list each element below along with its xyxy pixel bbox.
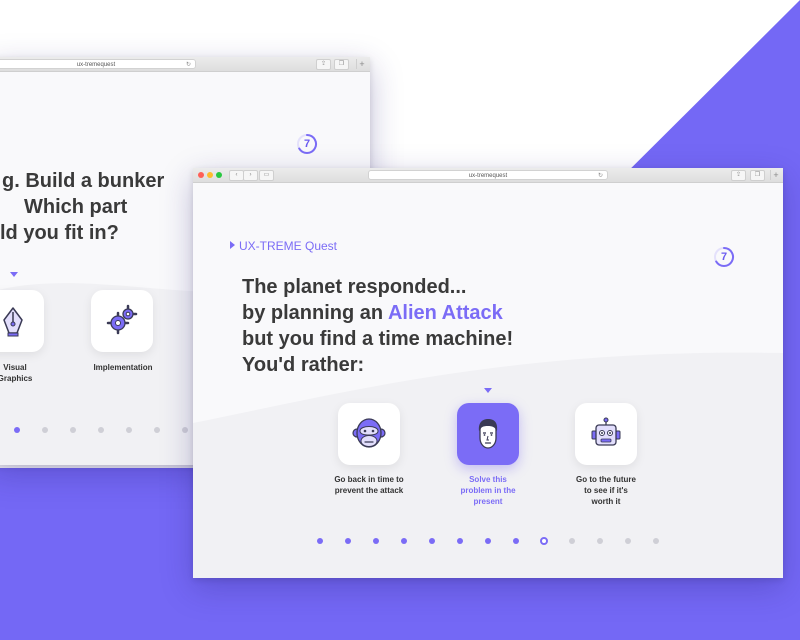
- progress-dot[interactable]: [154, 427, 160, 433]
- progress-dot-completed[interactable]: [429, 538, 435, 544]
- option-label-go-to-future: Go to the future to see if it's worth it: [576, 475, 636, 506]
- sidebar-icon[interactable]: ▭: [259, 170, 274, 181]
- progress-dot[interactable]: [98, 427, 104, 433]
- option-label-go-back-in-time: Go back in time to prevent the attack: [334, 475, 404, 495]
- progress-dot-completed[interactable]: [401, 538, 407, 544]
- url-text: ux-tremequest: [76, 62, 116, 68]
- question-heading: g. Build a bunker Which part ld you fit …: [0, 168, 164, 246]
- tabs-icon[interactable]: ❐: [334, 59, 349, 70]
- heading-line-2-prefix: by planning an: [242, 302, 388, 324]
- forward-nav-icon[interactable]: ›: [243, 170, 258, 181]
- front-browser-window: ‹ › ▭ ux-tremequest ↻ ⇪ ❐ + UX-TREME Que…: [193, 168, 783, 578]
- progress-dot-completed[interactable]: [373, 538, 379, 544]
- progress-dot[interactable]: [182, 427, 188, 433]
- monkey-icon: [352, 418, 386, 448]
- address-bar[interactable]: ux-tremequest ↻: [0, 59, 196, 69]
- heading-highlight: Alien Attack: [387, 302, 503, 324]
- new-tab-icon[interactable]: +: [356, 59, 367, 69]
- maximize-window-button[interactable]: [216, 172, 222, 178]
- option-label-implementation: Implementation: [93, 363, 153, 372]
- new-tab-icon[interactable]: +: [770, 170, 781, 180]
- progress-dot-completed[interactable]: [345, 538, 351, 544]
- share-icon[interactable]: ⇪: [316, 59, 331, 70]
- progress-dot[interactable]: [597, 538, 603, 544]
- pen-nib-icon: [3, 307, 23, 337]
- tabs-icon[interactable]: ❐: [750, 170, 765, 181]
- minimize-window-button[interactable]: [207, 172, 213, 178]
- selection-caret: [484, 388, 492, 393]
- heading-line-4: You'd rather:: [242, 354, 365, 376]
- level-number: 7: [303, 138, 311, 150]
- heading-line-1: g. Build a bunker: [2, 170, 165, 192]
- option-card-go-to-future[interactable]: [575, 403, 637, 465]
- human-face-icon: [478, 419, 498, 449]
- option-card-solve-in-present[interactable]: [457, 403, 519, 465]
- url-text: ux-tremequest: [468, 173, 508, 179]
- heading-line-2: Which part: [24, 196, 128, 218]
- progress-dot[interactable]: [625, 538, 631, 544]
- progress-dot[interactable]: [653, 538, 659, 544]
- progress-dot-completed[interactable]: [457, 538, 463, 544]
- progress-dot-completed[interactable]: [513, 538, 519, 544]
- heading-line-3: but you find a time machine!: [242, 328, 514, 350]
- selection-caret: [10, 272, 18, 277]
- progress-dot-completed[interactable]: [317, 538, 323, 544]
- heading-line-2: by planning an Alien Attack: [242, 300, 513, 326]
- option-label-visual-graphics: Visual Graphics: [0, 363, 33, 383]
- progress-dot[interactable]: [569, 538, 575, 544]
- option-label-solve-in-present: Solve this problem in the present: [460, 475, 516, 506]
- address-bar[interactable]: ux-tremequest ↻: [368, 170, 608, 180]
- reload-icon[interactable]: ↻: [598, 171, 603, 181]
- option-card-implementation[interactable]: [91, 290, 153, 352]
- brand-text: UX-TREME Quest: [239, 239, 338, 253]
- option-card-visual-graphics[interactable]: [0, 290, 44, 352]
- heading-line-1: The planet responded...: [242, 276, 467, 298]
- browser-toolbar: ux-tremequest ↻ ⇪ ❐ +: [0, 57, 370, 72]
- brand-title[interactable]: UX-TREME Quest: [230, 239, 337, 253]
- back-nav-icon[interactable]: ‹: [229, 170, 244, 181]
- progress-dot-current[interactable]: [540, 537, 548, 545]
- question-heading: The planet responded... by planning an A…: [242, 274, 513, 378]
- close-window-button[interactable]: [198, 172, 204, 178]
- progress-dot[interactable]: [70, 427, 76, 433]
- reload-icon[interactable]: ↻: [186, 60, 191, 70]
- progress-dot-completed[interactable]: [485, 538, 491, 544]
- progress-dot[interactable]: [42, 427, 48, 433]
- progress-dot-active[interactable]: [14, 427, 20, 433]
- page-content: UX-TREME Quest 7 The planet responded...…: [193, 183, 783, 578]
- level-number: 7: [720, 251, 728, 263]
- heading-line-3: ld you fit in?: [0, 222, 119, 244]
- play-triangle-icon: [230, 241, 235, 249]
- option-card-go-back-in-time[interactable]: [338, 403, 400, 465]
- share-icon[interactable]: ⇪: [731, 170, 746, 181]
- progress-dot[interactable]: [126, 427, 132, 433]
- browser-toolbar: ‹ › ▭ ux-tremequest ↻ ⇪ ❐ +: [193, 168, 783, 183]
- robot-icon: [591, 417, 621, 446]
- gears-icon: [106, 304, 138, 335]
